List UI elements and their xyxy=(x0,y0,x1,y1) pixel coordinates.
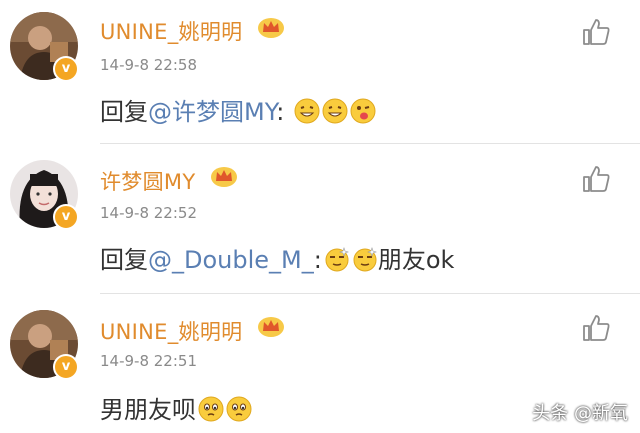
verified-badge-icon: v xyxy=(53,204,79,230)
username[interactable]: UNINE_姚明明 xyxy=(100,16,242,46)
timestamp: 14-9-8 22:52 xyxy=(100,204,197,222)
divider xyxy=(100,293,640,294)
reply-tail: 朋友ok xyxy=(377,246,455,274)
grin-icon xyxy=(322,98,348,124)
reply-prefix: 回复 xyxy=(100,98,148,126)
thumbs-up-icon[interactable] xyxy=(580,163,612,195)
timestamp: 14-9-8 22:58 xyxy=(100,56,197,74)
watermark: 头条 @新氧 xyxy=(532,403,628,424)
separator: : xyxy=(313,246,322,274)
worried-icon xyxy=(198,396,224,422)
verified-badge-icon: v xyxy=(53,354,79,380)
separator: : xyxy=(276,98,285,126)
reply-prefix: 回复 xyxy=(100,246,148,274)
sparkle-face-icon xyxy=(325,247,349,272)
verified-badge-icon: v xyxy=(53,56,79,82)
crown-icon xyxy=(258,18,284,38)
mention-link[interactable]: @_Double_M_ xyxy=(148,246,314,274)
comment-text: 回复@许梦圆MY: xyxy=(100,92,376,127)
thumbs-up-icon[interactable] xyxy=(580,312,612,344)
grin-icon xyxy=(294,98,320,124)
username[interactable]: 许梦圆MY xyxy=(100,166,195,196)
mention-link[interactable]: @许梦圆MY xyxy=(148,98,276,126)
username[interactable]: UNINE_姚明明 xyxy=(100,316,242,346)
timestamp: 14-9-8 22:51 xyxy=(100,352,197,370)
crown-icon xyxy=(211,167,237,187)
sparkle-face-icon xyxy=(353,247,377,272)
tongue-icon xyxy=(350,98,376,124)
comment-text: 男朋友呗 xyxy=(100,390,252,425)
comment-text: 回复@_Double_M_: 朋友ok xyxy=(100,240,454,275)
thumbs-up-icon[interactable] xyxy=(580,16,612,48)
reply-prefix: 男朋友呗 xyxy=(100,396,196,424)
worried-icon xyxy=(226,396,252,422)
crown-icon xyxy=(258,317,284,337)
divider xyxy=(100,143,640,144)
